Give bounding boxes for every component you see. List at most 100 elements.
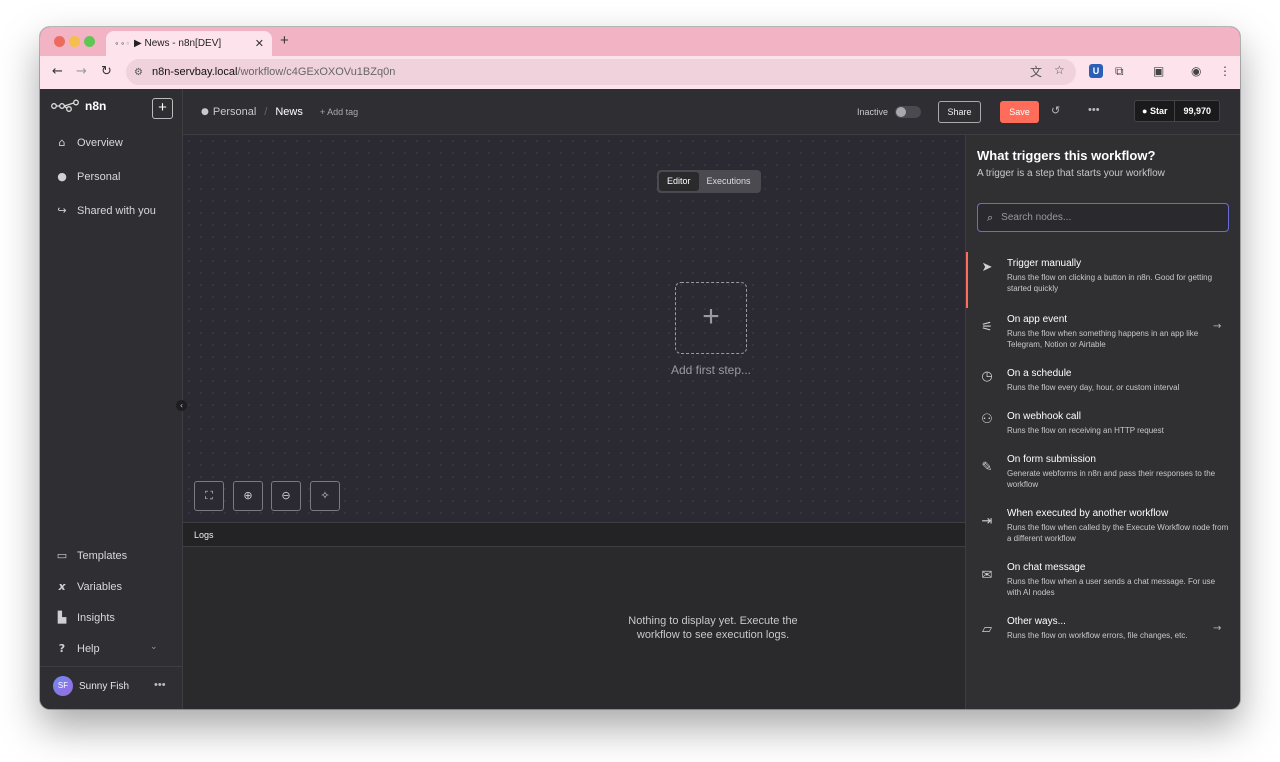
sidebar-item-label: Insights [77, 611, 115, 624]
tidy-up-icon[interactable]: ✧ [310, 481, 340, 511]
browser-tab[interactable]: ⚬⚬◦ ▶ News - n8n[DEV] ✕ [106, 31, 272, 56]
satellite-icon: ⚟ [981, 320, 993, 335]
add-tag-button[interactable]: + Add tag [320, 107, 358, 117]
n8n-favicon-icon: ⚬⚬◦ [114, 39, 130, 48]
folder-open-icon: ▱ [982, 622, 992, 637]
reload-button[interactable]: ↻ [101, 64, 112, 79]
user-menu[interactable]: SF Sunny Fish [53, 676, 129, 696]
forward-button[interactable]: → [76, 64, 87, 79]
tab-strip: ⚬⚬◦ ▶ News - n8n[DEV] ✕ + [40, 27, 1240, 56]
search-icon: ⌕ [987, 210, 994, 224]
user-more-icon[interactable]: ••• [154, 679, 166, 691]
back-button[interactable]: ← [52, 64, 63, 79]
trigger-item-sub-workflow[interactable]: ⇥ When executed by another workflow Runs… [966, 506, 1240, 556]
user-icon: ● [57, 170, 67, 183]
profile-icon[interactable]: ◉ [1191, 64, 1201, 78]
zoom-out-icon[interactable]: ⊖ [271, 481, 301, 511]
n8n-app: n8n + ⌂ Overview ● Personal ↪ Shared wit… [40, 89, 1240, 709]
breadcrumb-project[interactable]: Personal [213, 106, 256, 118]
trigger-item-webhook[interactable]: ⚇ On webhook call Runs the flow on recei… [966, 409, 1240, 447]
logs-title[interactable]: Logs [183, 523, 965, 547]
maximize-window-button[interactable] [84, 36, 95, 47]
address-bar[interactable]: ⚙ n8n-servbay.local/workflow/c4GExOXOVu1… [126, 59, 1076, 85]
trigger-description: Runs the flow on receiving an HTTP reque… [1007, 426, 1164, 435]
sidebar-item-overview[interactable]: ⌂ Overview [54, 136, 123, 149]
sidebar-item-personal[interactable]: ● Personal [54, 170, 120, 183]
save-button[interactable]: Save [1000, 101, 1039, 123]
breadcrumb: ● Personal / News + Add tag [201, 106, 358, 118]
share-button[interactable]: Share [938, 101, 981, 123]
github-star-button[interactable]: ● Star 99,970 [1134, 100, 1220, 122]
sidebar-item-shared[interactable]: ↪ Shared with you [54, 204, 156, 217]
brand-name: n8n [85, 99, 107, 113]
sidebar-item-insights[interactable]: ▙ Insights [54, 611, 115, 624]
status-label: Inactive [857, 107, 889, 117]
minimize-window-button[interactable] [69, 36, 80, 47]
trigger-item-app-event[interactable]: ⚟ On app event Runs the flow when someth… [966, 312, 1240, 362]
question-icon: ? [58, 642, 66, 655]
new-tab-button[interactable]: + [280, 32, 289, 49]
bookmark-star-icon[interactable]: ☆ [1054, 63, 1065, 77]
site-info-icon[interactable]: ⚙ [134, 67, 152, 78]
trigger-item-schedule[interactable]: ◷ On a schedule Runs the flow every day,… [966, 366, 1240, 404]
workflow-canvas[interactable]: Editor Executions + Add first step... ⛶ … [183, 135, 965, 522]
search-input[interactable] [1001, 212, 1212, 223]
close-tab-icon[interactable]: ✕ [255, 37, 264, 50]
tab-editor[interactable]: Editor [659, 172, 699, 191]
breadcrumb-separator: / [264, 106, 268, 118]
url-host: n8n-servbay.local [152, 66, 238, 78]
collapse-sidebar-icon[interactable]: ‹ [176, 400, 187, 411]
sidebar-item-label: Personal [77, 170, 121, 183]
github-star-count: 99,970 [1175, 101, 1219, 121]
github-icon: ● [1142, 106, 1148, 116]
workflow-name[interactable]: News [275, 106, 303, 118]
n8n-logo[interactable]: n8n [51, 99, 106, 113]
sidebar-item-templates[interactable]: ▭ Templates [54, 549, 127, 562]
add-first-step-button[interactable]: + [675, 282, 747, 354]
sidebar-item-variables[interactable]: x Variables [54, 580, 122, 593]
more-options-icon[interactable]: ••• [1088, 104, 1100, 116]
panel-subtitle: A trigger is a step that starts your wor… [977, 168, 1165, 179]
close-window-button[interactable] [54, 36, 65, 47]
trigger-item-form[interactable]: ✎ On form submission Generate webforms i… [966, 452, 1240, 502]
zoom-in-icon[interactable]: ⊕ [233, 481, 263, 511]
n8n-logo-icon [51, 99, 79, 112]
chevron-down-icon[interactable]: ⌄ [150, 642, 158, 652]
extensions-icon[interactable]: ⧉ [1115, 64, 1124, 79]
github-star-label: ● Star [1135, 101, 1176, 121]
trigger-item-manual[interactable]: ➤ Trigger manually Runs the flow on clic… [966, 252, 1240, 308]
translate-icon[interactable]: 文 [1030, 63, 1042, 80]
trigger-description: Runs the flow every day, hour, or custom… [1007, 383, 1180, 392]
history-icon[interactable]: ↺ [1051, 104, 1060, 117]
tab-search-icon[interactable]: ▣ [1153, 64, 1164, 78]
trigger-name: On a schedule [1007, 368, 1072, 379]
tab-executions[interactable]: Executions [699, 172, 759, 191]
trigger-description: Runs the flow on clicking a button in n8… [1007, 273, 1213, 293]
browser-menu-icon[interactable]: ⋮ [1219, 64, 1231, 78]
logs-panel: Logs Nothing to display yet. Execute the… [183, 522, 965, 709]
share-icon: ↪ [57, 204, 67, 217]
trigger-name: Trigger manually [1007, 258, 1082, 269]
url-path: /workflow/c4GExOXOVu1BZq0n [237, 66, 396, 78]
browser-toolbar: ← → ↻ ⚙ n8n-servbay.local/workflow/c4GEx… [40, 56, 1240, 89]
form-icon: ✎ [981, 460, 993, 475]
webhook-icon: ⚇ [981, 412, 993, 427]
arrow-right-icon: → [1213, 623, 1222, 634]
divider [40, 666, 183, 667]
sidebar-item-help[interactable]: ? Help [54, 642, 100, 655]
trigger-item-other[interactable]: ▱ Other ways... Runs the flow on workflo… [966, 614, 1240, 664]
chart-icon: ▙ [57, 611, 67, 624]
password-manager-extension-icon[interactable]: U [1089, 64, 1103, 78]
fit-view-icon[interactable]: ⛶ [194, 481, 224, 511]
search-nodes-field[interactable]: ⌕ [977, 203, 1229, 232]
view-switcher: Editor Executions [657, 170, 761, 193]
comments-icon: ✉ [981, 568, 993, 583]
user-name: Sunny Fish [79, 680, 130, 692]
active-toggle[interactable] [895, 106, 921, 118]
sidebar-item-label: Variables [77, 580, 123, 593]
create-button[interactable]: + [152, 98, 173, 119]
trigger-item-chat[interactable]: ✉ On chat message Runs the flow when a u… [966, 560, 1240, 610]
sidebar-item-label: Overview [77, 136, 123, 149]
trigger-description: Runs the flow when something happens in … [1007, 329, 1199, 349]
home-icon: ⌂ [58, 136, 66, 149]
